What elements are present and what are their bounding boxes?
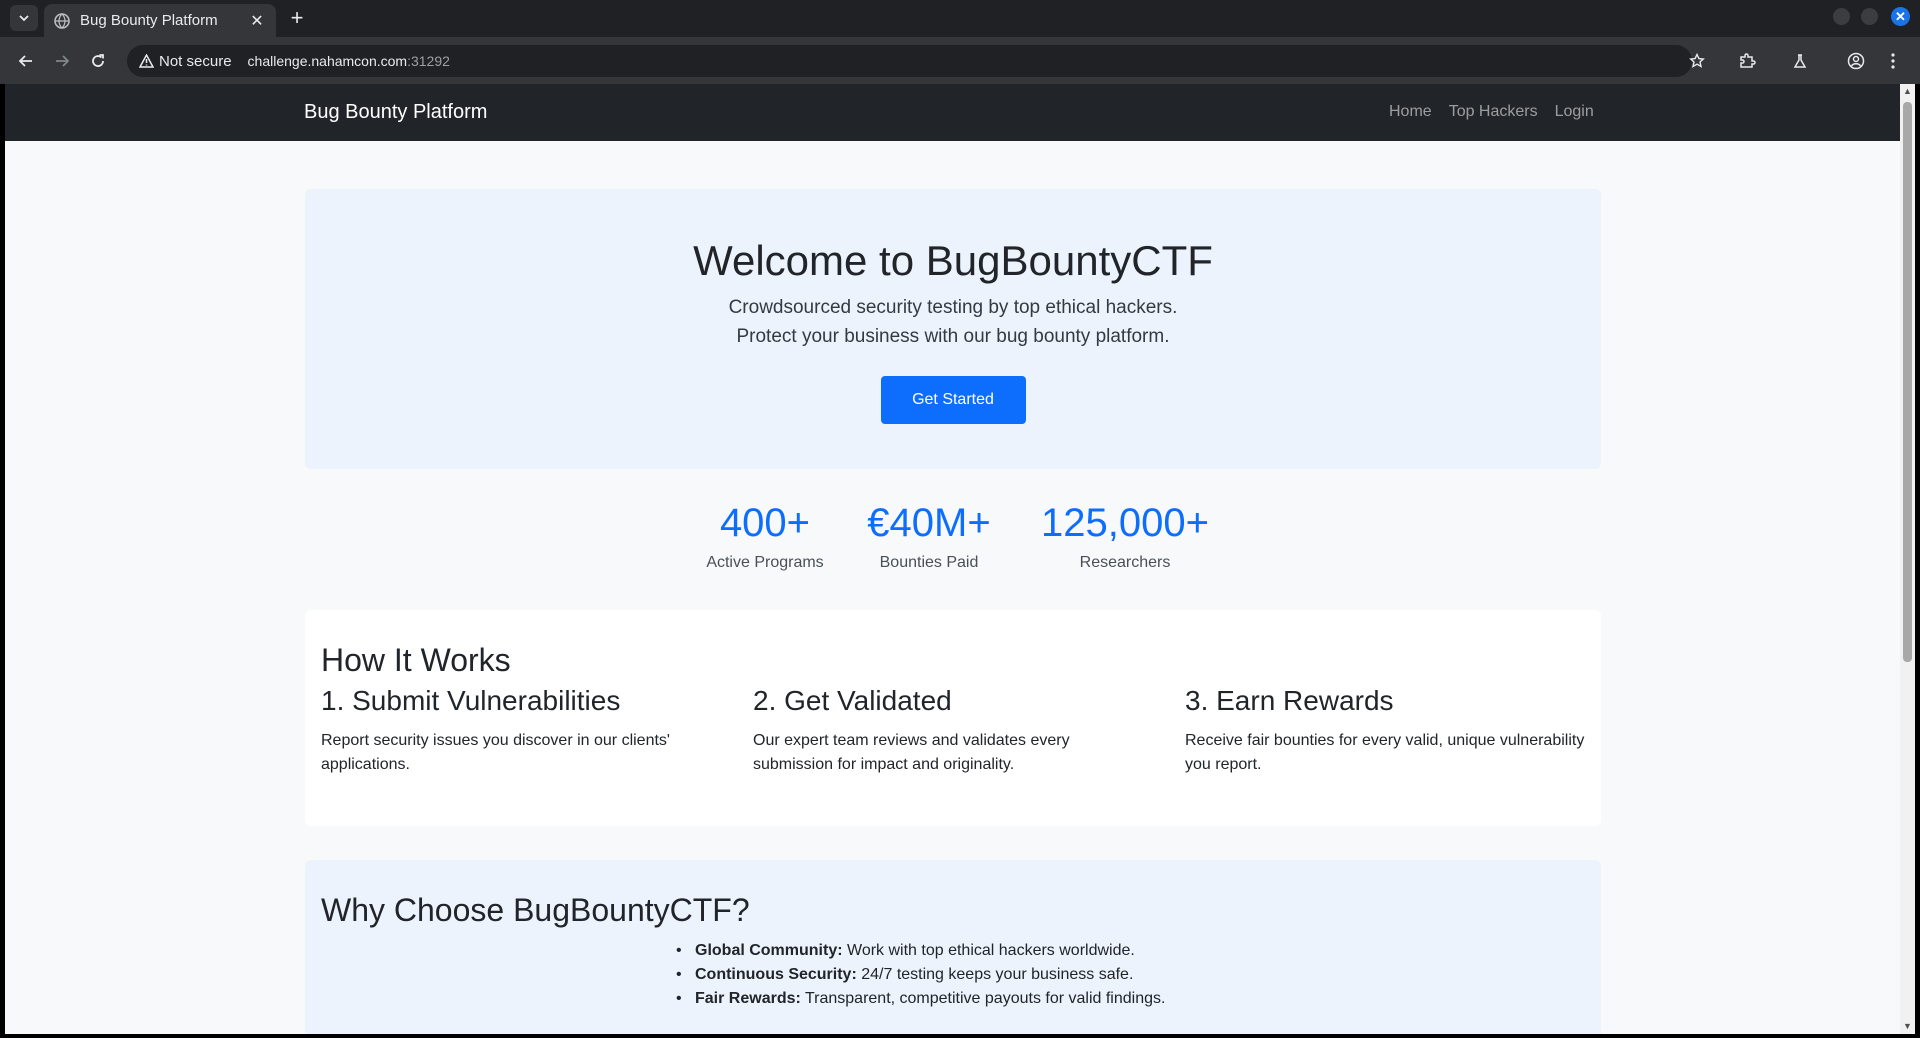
stat-value: €40M+ [867,501,991,545]
web-page: Bug Bounty Platform Home Top Hackers Log… [5,84,1900,1034]
why-choose-list: Global Community: Work with top ethical … [676,939,1166,1011]
stat-researchers: 125,000+ Researchers [1035,500,1215,572]
menu-button[interactable] [1879,47,1907,75]
how-it-works-title: How It Works [321,642,511,678]
flask-icon [1793,54,1807,68]
url-port: :31292 [407,53,450,69]
back-button[interactable] [12,47,40,75]
star-icon [1689,53,1705,68]
navbar-brand[interactable]: Bug Bounty Platform [304,101,487,124]
step-title: 2. Get Validated [753,685,952,716]
stat-label: Active Programs [706,554,824,571]
stat-active-programs: 400+ Active Programs [697,500,833,572]
step-title: 1. Submit Vulnerabilities [321,685,621,716]
browser-toolbar: Not secure challenge.nahamcon.com:31292 [0,37,1920,84]
hero-subtitle-line2: Protect your business with our bug bount… [736,326,1170,347]
maximize-button[interactable] [1861,8,1878,25]
url-host: challenge.nahamcon.com [247,53,408,69]
site-navbar: Bug Bounty Platform Home Top Hackers Log… [5,84,1900,141]
step-text: Report security issues you discover in o… [321,732,670,773]
list-item-bold: Fair Rewards: [695,990,801,1007]
close-tab-icon[interactable]: ✕ [248,12,266,30]
warning-icon [139,54,154,68]
step-text: Receive fair bounties for every valid, u… [1185,732,1585,773]
reload-button[interactable] [84,47,112,75]
labs-button[interactable] [1786,47,1814,75]
tab-title: Bug Bounty Platform [80,12,218,29]
list-item: Continuous Security: 24/7 testing keeps … [676,963,1165,987]
why-choose-title: Why Choose BugBountyCTF? [321,892,750,928]
more-vert-icon [1891,53,1895,69]
step-card: 1. Submit Vulnerabilities Report securit… [321,685,731,777]
minimize-button[interactable] [1833,8,1850,25]
hero-section: Welcome to BugBountyCTF Crowdsourced sec… [305,189,1601,469]
list-item: Global Community: Work with top ethical … [676,939,1165,963]
scrollbar-thumb[interactable] [1903,102,1912,662]
new-tab-button[interactable]: + [285,5,309,30]
stat-value: 125,000+ [1041,501,1209,545]
why-choose-section: Why Choose BugBountyCTF? Global Communit… [305,860,1601,1034]
profile-button[interactable] [1842,47,1870,75]
step-card: 3. Earn Rewards Receive fair bounties fo… [1185,685,1595,777]
nav-link-home[interactable]: Home [1389,103,1432,121]
security-label: Not secure [159,52,232,70]
list-item-bold: Global Community: [695,942,843,959]
window-close-button[interactable]: ✕ [1891,7,1910,26]
extensions-button[interactable] [1733,47,1761,75]
hero-title: Welcome to BugBountyCTF [693,237,1213,284]
scroll-up-icon[interactable]: ▲ [1903,87,1912,96]
reload-icon [92,54,104,67]
globe-icon [54,12,70,29]
bookmark-button[interactable] [1683,47,1711,75]
list-item-bold: Continuous Security: [695,966,857,983]
step-title: 3. Earn Rewards [1185,685,1394,716]
page-scrollbar[interactable]: ▲ ▼ [1900,84,1915,1034]
list-item-text: 24/7 testing keeps your business safe. [856,966,1134,983]
browser-tab[interactable]: Bug Bounty Platform ✕ [44,4,276,37]
address-bar[interactable]: Not secure challenge.nahamcon.com:31292 [127,45,1692,77]
arrow-left-icon [18,55,32,67]
step-text: Our expert team reviews and validates ev… [753,732,1070,773]
account-icon [1847,52,1865,70]
puzzle-icon [1740,53,1756,68]
forward-button[interactable] [48,47,76,75]
site-info-chip[interactable]: Not secure [131,48,240,74]
get-started-button[interactable]: Get Started [880,376,1026,424]
step-card: 2. Get Validated Our expert team reviews… [753,685,1093,777]
stat-label: Researchers [1079,554,1171,571]
list-item: Fair Rewards: Transparent, competitive p… [676,987,1166,1011]
list-item-text: Work with top ethical hackers worldwide. [842,942,1135,959]
list-item-text: Transparent, competitive payouts for val… [800,990,1166,1007]
hero-subtitle-line1: Crowdsourced security testing by top eth… [728,297,1178,318]
tab-search-button[interactable] [10,5,38,31]
stat-label: Bounties Paid [879,554,979,571]
stat-value: 400+ [719,501,811,545]
how-it-works-section: How It Works 1. Submit Vulnerabilities R… [305,610,1601,826]
chevron-down-icon [19,15,29,22]
scroll-down-icon[interactable]: ▼ [1903,1022,1912,1031]
nav-link-login[interactable]: Login [1555,103,1594,121]
arrow-right-icon [56,55,70,67]
stat-bounties-paid: €40M+ Bounties Paid [863,500,995,572]
browser-viewport: Bug Bounty Platform Home Top Hackers Log… [0,84,1920,1038]
url-text: challenge.nahamcon.com:31292 [248,53,450,69]
nav-link-top-hackers[interactable]: Top Hackers [1449,103,1538,121]
browser-tabbar: Bug Bounty Platform ✕ + ✕ [0,0,1920,37]
nav-links: Home Top Hackers Login [1389,103,1594,121]
